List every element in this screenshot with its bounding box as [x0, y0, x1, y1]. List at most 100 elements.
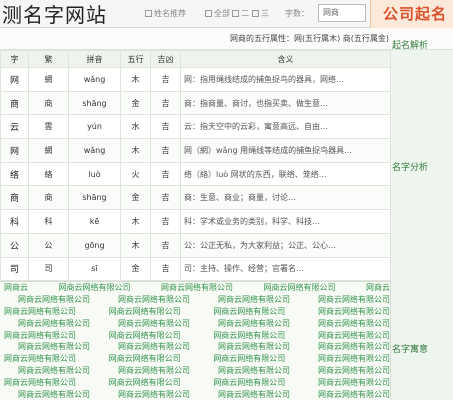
- pinyin-cell: sī: [68, 256, 121, 282]
- header-trad: 繁: [28, 50, 69, 68]
- table-row: 科科 kē 木吉科：学术或业务的类别，科学、科技...: [0, 209, 391, 234]
- meaning-cell: 科：学术或业务的类别，科学、科技...: [180, 209, 391, 234]
- wuxing-cell: 金: [120, 256, 151, 282]
- watermark-text: 网商云网络有限公司: [18, 318, 90, 328]
- top-bar: 测名字网站 姓名推荐 全部 二 三 字数： 网商 公司起名: [0, 0, 453, 28]
- header-jixiong: 吉凶: [150, 50, 181, 68]
- info-text: 网商的五行属性：网(五行属木) 商(五行属金): [230, 34, 390, 43]
- pinyin-cell: luò: [68, 161, 121, 187]
- pinyin-cell: shāng: [68, 90, 121, 116]
- jixiong-cell: 吉: [150, 90, 181, 116]
- wuxing-cell: 木: [120, 67, 151, 92]
- watermark-text: 网商云网络有限公司: [218, 342, 290, 352]
- wuxing-cell: 木: [120, 209, 151, 234]
- pinyin-cell: gōng: [68, 232, 121, 258]
- watermark-text: 网商云网络有限公司: [161, 283, 233, 292]
- watermark-text: 网商云网络有限公司: [317, 378, 390, 388]
- watermark-row: 网商云网络有限公司 网商云网络有限公司 网商云网络有限公司 网商云网络有限公司: [0, 389, 390, 400]
- watermark-text: 网商云网络有限公司: [108, 354, 181, 364]
- table-row: 公公 gōng 木吉公：公正无私，为大家利益；公正、公心...: [0, 232, 391, 258]
- meaning-cell: 云：指天空中的云彩，寓意高远、自由...: [180, 114, 391, 140]
- watermark-text: 网商云网络有限公司: [317, 330, 390, 340]
- tab-label: 二: [241, 9, 249, 18]
- name-input[interactable]: 网商: [318, 4, 366, 22]
- char-cell: 云: [0, 114, 29, 140]
- watermark-text: 网商云网络有限公司: [118, 366, 190, 376]
- table-row: 络絡 luò 火吉络（絡）luò 网状的东西，联络、笼络...: [0, 161, 391, 187]
- radio-icon[interactable]: [205, 10, 212, 17]
- jixiong-cell: 吉: [150, 67, 181, 92]
- watermark-text: 网商云: [366, 283, 390, 292]
- pinyin-cell: kē: [68, 209, 121, 234]
- watermark-row: 网商云网络有限公司 网商云网络有限公司 网商云网络有限公司 网商云网络有限公司: [0, 365, 390, 377]
- watermark-text: 网商云网络有限公司: [317, 306, 390, 316]
- sidebar-label-meaning: 名字寓意: [392, 345, 429, 355]
- jixiong-cell: 吉: [150, 114, 181, 140]
- tab-label: 全部: [214, 9, 230, 18]
- table-row: 云雲 yún 水吉云：指天空中的云彩，寓意高远、自由...: [0, 114, 391, 140]
- table-body: 网網 wǎng 木吉网：指用绳线结成的捕鱼捉鸟的器具，网络... 商商 shāng 金吉商…: [0, 67, 391, 282]
- meaning-cell: 络（絡）luò 网状的东西，联络、笼络...: [180, 161, 391, 187]
- info-bar: 网商的五行属性：网(五行属木) 商(五行属金): [0, 28, 453, 50]
- meaning-cell: 商：生意、商业；商量，讨论...: [180, 185, 391, 211]
- radio-icon[interactable]: [252, 10, 259, 17]
- jixiong-cell: 吉: [150, 232, 181, 258]
- watermark-text: 网商云网络有限公司: [213, 330, 286, 340]
- checkbox-icon[interactable]: [145, 10, 152, 17]
- watermark-row: 网商云网络有限公司 网商云网络有限公司 网商云网络有限公司 网商云网络有限公司: [0, 318, 390, 330]
- watermark-row: 网商云网络有限公司 网商云网络有限公司 网商云网络有限公司 网商云网络有限公司: [0, 294, 390, 306]
- tab-three[interactable]: 三: [252, 6, 269, 22]
- trad-cell: 司: [28, 256, 69, 282]
- watermark-text: 网商云网络有限公司: [108, 330, 181, 340]
- watermark-text: 网商云网络有限公司: [218, 318, 290, 328]
- logo-text: 公司起名: [383, 5, 448, 23]
- header-meaning: 含义: [180, 50, 391, 68]
- tab-recommend[interactable]: 姓名推荐: [145, 6, 186, 22]
- watermark-text: 网商云网络有限公司: [4, 330, 76, 340]
- tab-all[interactable]: 全部: [205, 6, 230, 22]
- page-title: 测名字网站: [2, 3, 107, 27]
- watermark-text: 网商云网络有限公司: [318, 294, 390, 304]
- watermark-text: 网商云网络有限公司: [263, 283, 336, 292]
- radio-icon[interactable]: [232, 10, 239, 17]
- table-row: 司司 sī 金吉司：主持、操作、经营；官署名...: [0, 256, 391, 282]
- wuxing-cell: 水: [120, 114, 151, 140]
- watermark-text: 网商云网络有限公司: [318, 342, 390, 352]
- header-char: 字: [0, 50, 29, 68]
- wuxing-cell: 木: [120, 138, 151, 163]
- watermark-text: 网商云网络有限公司: [4, 306, 76, 316]
- meaning-cell: 司：主持、操作、经营；官署名...: [180, 256, 391, 282]
- character-table: 字 繁 拼音 五行 吉凶 含义 网網 wǎng 木吉网：指用绳线结成的捕鱼捉鸟的器具…: [0, 50, 391, 282]
- sidebar-label-analysis: 起名解析: [392, 41, 429, 51]
- trad-cell: 商: [28, 185, 69, 211]
- jixiong-cell: 吉: [150, 138, 181, 163]
- trad-cell: 科: [28, 209, 69, 234]
- header-wuxing: 五行: [120, 50, 151, 68]
- trad-cell: 公: [28, 232, 69, 258]
- watermark-text: 网商云网络有限公司: [18, 294, 90, 304]
- wuxing-cell: 木: [120, 232, 151, 258]
- table-row: 网網 wǎng 木吉网（網）wǎng 用绳线等结成的捕鱼捉鸟器具...: [0, 138, 391, 163]
- char-cell: 司: [0, 256, 29, 282]
- char-cell: 络: [0, 161, 29, 187]
- watermark-text: 网商云网络有限公司: [18, 342, 90, 352]
- trad-cell: 網: [28, 138, 69, 163]
- watermark-text: 网商云网络有限公司: [318, 318, 390, 328]
- trad-cell: 網: [28, 67, 69, 92]
- char-cell: 商: [0, 90, 29, 116]
- watermark-row: 网商云网络有限公司 网商云网络有限公司 网商云网络有限公司 网商云网络有限公司: [0, 330, 390, 342]
- jixiong-cell: 吉: [150, 209, 181, 234]
- jixiong-cell: 吉: [150, 185, 181, 211]
- pinyin-cell: wǎng: [68, 67, 121, 92]
- meaning-cell: 商：指商量、商讨，也指买卖、做生意...: [180, 90, 391, 116]
- table-row: 网網 wǎng 木吉网：指用绳线结成的捕鱼捉鸟的器具，网络...: [0, 67, 391, 92]
- watermark-row: 网商云网络有限公司 网商云网络有限公司 网商云网络有限公司 网商云网络有限公司: [0, 377, 390, 389]
- jixiong-cell: 吉: [150, 161, 181, 187]
- wuxing-cell: 金: [120, 185, 151, 211]
- header-pinyin: 拼音: [68, 50, 121, 68]
- wuxing-cell: 金: [120, 90, 151, 116]
- tab-two[interactable]: 二: [232, 6, 249, 22]
- watermark-text: 网商云网络有限公司: [218, 294, 290, 304]
- meaning-cell: 公：公正无私，为大家利益；公正、公心...: [180, 232, 391, 258]
- char-cell: 商: [0, 185, 29, 211]
